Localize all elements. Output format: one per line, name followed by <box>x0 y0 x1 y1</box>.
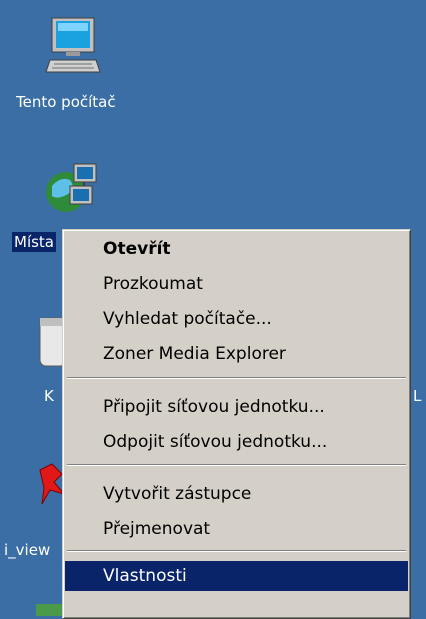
menu-separator <box>67 377 406 379</box>
context-menu: Otevřít Prozkoumat Vyhledat počítače... … <box>62 229 411 619</box>
desktop-icon-label[interactable]: Místa <box>12 232 56 252</box>
network-places-icon[interactable] <box>40 160 104 222</box>
menu-item-create-shortcut[interactable]: Vytvořit zástupce <box>65 479 408 509</box>
menu-item-explore[interactable]: Prozkoumat <box>65 269 408 299</box>
desktop-icon-label[interactable]: Tento počítač <box>16 92 116 112</box>
menu-item-rename[interactable]: Přejmenovat <box>65 514 408 544</box>
menu-item-zoner-media-explorer[interactable]: Zoner Media Explorer <box>65 339 408 369</box>
menu-separator <box>67 550 406 552</box>
menu-separator <box>67 464 406 466</box>
desktop-icon-label[interactable]: K <box>44 386 54 406</box>
desktop-icon-label[interactable]: i_view <box>4 540 50 560</box>
menu-item-search-computers[interactable]: Vyhledat počítače... <box>65 304 408 334</box>
desktop-icon-label[interactable]: L <box>413 386 421 406</box>
menu-item-disconnect-network-drive[interactable]: Odpojit síťovou jednotku... <box>65 427 408 457</box>
menu-item-properties[interactable]: Vlastnosti <box>65 561 408 591</box>
menu-item-map-network-drive[interactable]: Připojit síťovou jednotku... <box>65 392 408 422</box>
my-computer-icon[interactable] <box>44 16 104 78</box>
menu-item-open[interactable]: Otevřít <box>65 234 408 264</box>
